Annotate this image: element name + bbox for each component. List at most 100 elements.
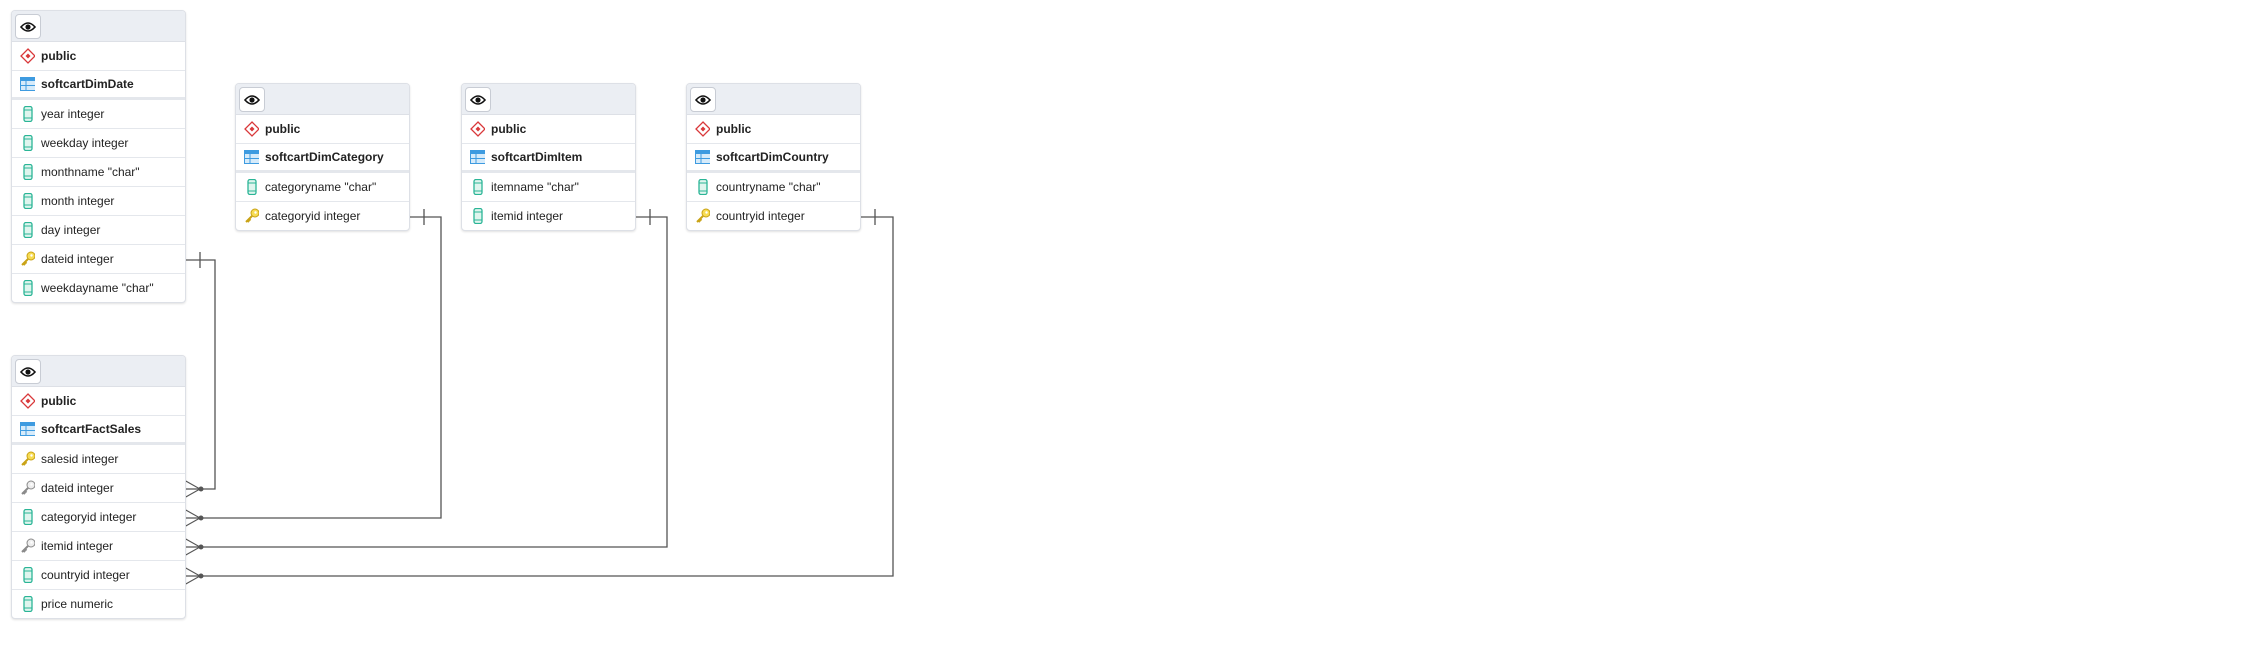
primary-key-icon [20, 451, 35, 467]
schema-icon [470, 121, 485, 137]
schema-icon [695, 121, 710, 137]
schema-row[interactable]: public [687, 115, 860, 144]
table-name-row[interactable]: softcartDimDate [12, 71, 185, 100]
column-icon [20, 106, 35, 122]
column-icon [20, 596, 35, 612]
column-label: month integer [41, 194, 115, 208]
foreign-key-icon [20, 538, 35, 554]
foreign-key-icon [20, 480, 35, 496]
table-name: softcartDimItem [491, 150, 583, 164]
schema-row[interactable]: public [12, 387, 185, 416]
column-row[interactable]: countryid integer [12, 561, 185, 590]
column-label: year integer [41, 107, 105, 121]
table-name-row[interactable]: softcartDimItem [462, 144, 635, 173]
table-name-row[interactable]: softcartFactSales [12, 416, 185, 445]
table-name: softcartDimDate [41, 77, 134, 91]
column-row[interactable]: itemid integer [12, 532, 185, 561]
schema-row[interactable]: public [462, 115, 635, 144]
column-row[interactable]: countryid integer [687, 202, 860, 230]
table-header [236, 84, 409, 115]
column-row[interactable]: categoryname "char" [236, 173, 409, 202]
many-marker-dot [198, 486, 204, 492]
column-row[interactable]: countryname "char" [687, 173, 860, 202]
column-label: weekdayname "char" [41, 281, 154, 295]
schema-name: public [265, 122, 301, 136]
column-label: salesid integer [41, 452, 119, 466]
table-item[interactable]: public softcartDimItem itemname "char" item… [461, 83, 636, 231]
table-header [687, 84, 860, 115]
column-row[interactable]: dateid integer [12, 245, 185, 274]
table-name: softcartDimCountry [716, 150, 829, 164]
schema-row[interactable]: public [12, 42, 185, 71]
column-row[interactable]: salesid integer [12, 445, 185, 474]
column-label: countryid integer [41, 568, 130, 582]
column-row[interactable]: dateid integer [12, 474, 185, 503]
column-row[interactable]: day integer [12, 216, 185, 245]
column-icon [20, 280, 35, 296]
column-row[interactable]: itemname "char" [462, 173, 635, 202]
column-icon [470, 208, 485, 224]
schema-name: public [716, 122, 752, 136]
table-header [12, 11, 185, 42]
schema-name: public [491, 122, 527, 136]
table-fact[interactable]: public softcartFactSales salesid integer da… [11, 355, 186, 619]
column-row[interactable]: year integer [12, 100, 185, 129]
column-row[interactable]: month integer [12, 187, 185, 216]
column-row[interactable]: weekdayname "char" [12, 274, 185, 302]
column-row[interactable]: itemid integer [462, 202, 635, 230]
column-label: day integer [41, 223, 101, 237]
eye-icon[interactable] [239, 87, 265, 112]
schema-name: public [41, 394, 77, 408]
column-label: itemid integer [41, 539, 114, 553]
column-label: monthname "char" [41, 165, 140, 179]
column-icon [20, 135, 35, 151]
relationship-line [186, 216, 668, 548]
schema-row[interactable]: public [236, 115, 409, 144]
column-label: categoryid integer [41, 510, 137, 524]
table-icon [695, 149, 710, 165]
schema-icon [244, 121, 259, 137]
table-header [12, 356, 185, 387]
table-name-row[interactable]: softcartDimCategory [236, 144, 409, 173]
table-country[interactable]: public softcartDimCountry countryname "cha… [686, 83, 861, 231]
column-row[interactable]: price numeric [12, 590, 185, 618]
schema-icon [20, 48, 35, 64]
table-icon [20, 76, 35, 92]
column-label: countryname "char" [716, 180, 821, 194]
table-name: softcartFactSales [41, 422, 142, 436]
column-row[interactable]: categoryid integer [12, 503, 185, 532]
eye-icon[interactable] [690, 87, 716, 112]
column-icon [695, 179, 710, 195]
schema-icon [20, 393, 35, 409]
column-icon [20, 509, 35, 525]
relationship-line [186, 259, 216, 490]
eye-icon[interactable] [465, 87, 491, 112]
table-date[interactable]: public softcartDimDate year integer weekday… [11, 10, 186, 303]
relationship-line [186, 216, 442, 519]
column-icon [244, 179, 259, 195]
column-icon [20, 567, 35, 583]
table-category[interactable]: public softcartDimCategory categoryname "c… [235, 83, 410, 231]
column-row[interactable]: categoryid integer [236, 202, 409, 230]
primary-key-icon [20, 251, 35, 267]
many-marker-dot [198, 544, 204, 550]
table-icon [244, 149, 259, 165]
column-row[interactable]: weekday integer [12, 129, 185, 158]
column-icon [20, 222, 35, 238]
eye-icon[interactable] [15, 359, 41, 384]
table-name-row[interactable]: softcartDimCountry [687, 144, 860, 173]
many-marker-dot [198, 515, 204, 521]
column-icon [20, 164, 35, 180]
primary-key-icon [695, 208, 710, 224]
column-label: dateid integer [41, 252, 114, 266]
eye-icon[interactable] [15, 14, 41, 39]
column-row[interactable]: monthname "char" [12, 158, 185, 187]
table-name: softcartDimCategory [265, 150, 384, 164]
table-icon [20, 421, 35, 437]
primary-key-icon [244, 208, 259, 224]
column-icon [470, 179, 485, 195]
column-label: dateid integer [41, 481, 114, 495]
many-marker-dot [198, 573, 204, 579]
column-icon [20, 193, 35, 209]
relationship-line [186, 216, 894, 577]
